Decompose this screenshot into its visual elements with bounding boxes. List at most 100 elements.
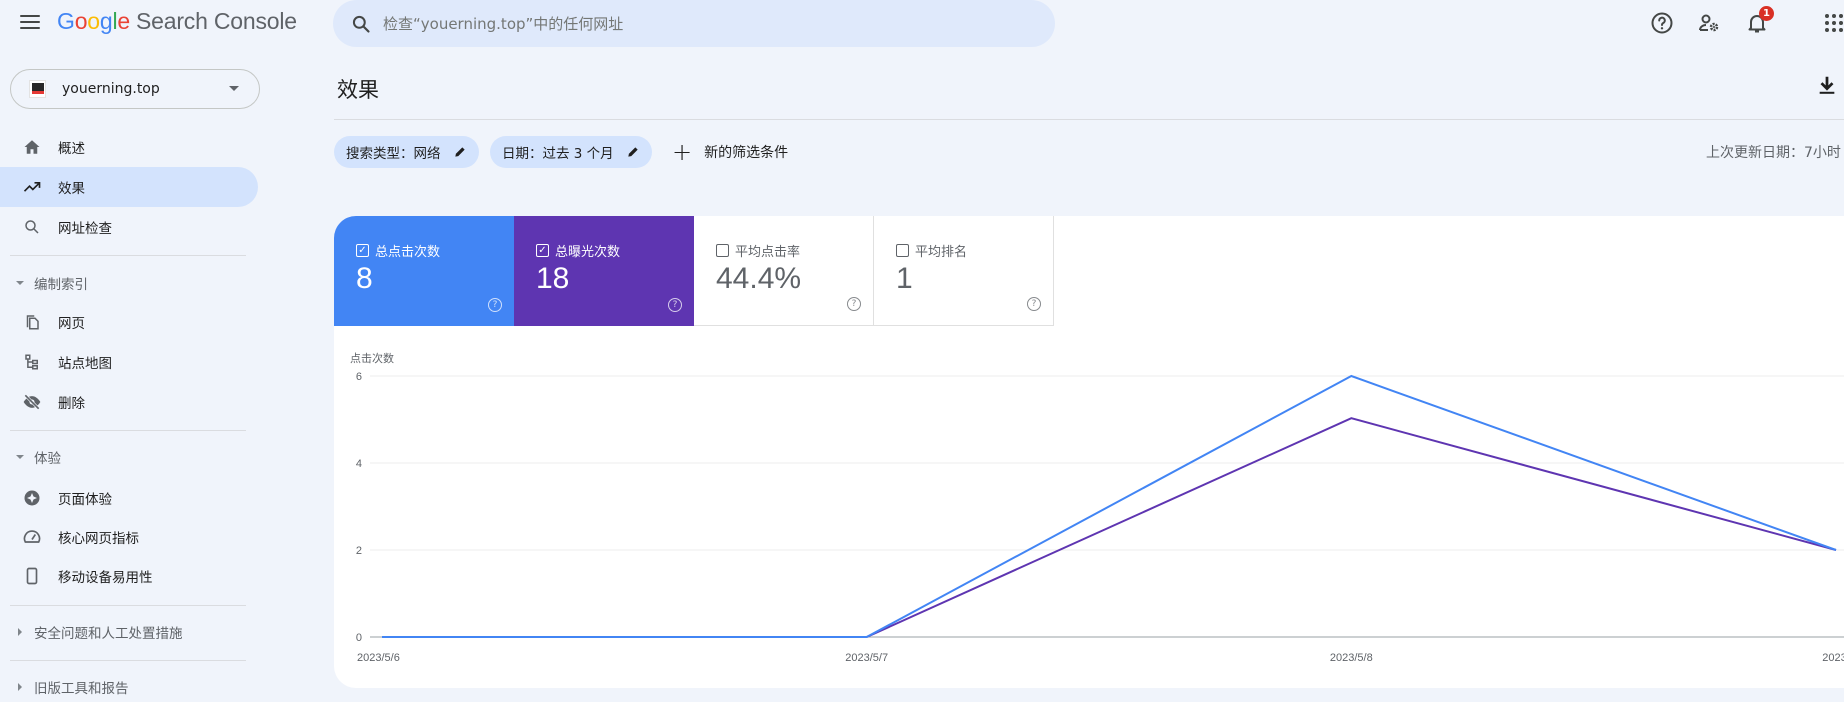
url-inspection-search[interactable] [333, 0, 1055, 47]
filter-chip-label: 搜索类型：网络 [346, 146, 441, 162]
sidebar-item-pages[interactable]: 网页 [0, 302, 258, 342]
sidebar-item-label: 删除 [58, 396, 85, 412]
filter-chip-date[interactable]: 日期：过去 3 个月 [490, 136, 652, 168]
sidebar-item-label: 网页 [58, 316, 85, 332]
sidebar-divider [10, 660, 246, 661]
add-icon: + [672, 138, 693, 166]
sidebar-item-performance[interactable]: 效果 [0, 167, 258, 207]
search-icon [352, 15, 370, 33]
app-logo[interactable]: Google Search Console [57, 8, 297, 35]
sidebar-section-label: 安全问题和人工处置措施 [34, 626, 183, 642]
logo-letter: e [117, 8, 130, 34]
add-filter-label: 新的筛选条件 [704, 145, 789, 161]
help-icon [1651, 12, 1673, 34]
pages-icon [22, 312, 42, 332]
sidebar-item-removals[interactable]: 删除 [0, 382, 258, 422]
download-icon [1819, 76, 1835, 94]
edit-icon [454, 147, 465, 157]
metric-card-total-impressions[interactable]: ✓ 总曝光次数 18 ? [514, 216, 694, 326]
sidebar-section-security[interactable]: 安全问题和人工处置措施 [0, 619, 245, 645]
sidebar-divider [10, 605, 246, 606]
sidebar-divider [10, 430, 246, 431]
help-icon[interactable]: ? [1027, 297, 1041, 311]
metric-label: 平均排名 [915, 245, 968, 260]
checkbox-checked-icon[interactable]: ✓ [536, 244, 549, 257]
sidebar-item-page-experience[interactable]: 页面体验 [0, 478, 258, 518]
sidebar-item-label: 页面体验 [58, 492, 112, 508]
metric-card-total-clicks[interactable]: ✓ 总点击次数 8 ? [334, 216, 514, 326]
sidebar-section-legacy-tools[interactable]: 旧版工具和报告 [0, 674, 245, 700]
checkbox-checked-icon[interactable]: ✓ [356, 244, 369, 257]
visibility-off-icon [22, 392, 42, 412]
apps-button[interactable] [1821, 10, 1844, 36]
metric-card-average-position[interactable]: 平均排名 1 ? [874, 216, 1054, 326]
metric-label: 总曝光次数 [555, 245, 621, 260]
search-input[interactable] [383, 14, 983, 33]
menu-icon-bar [20, 15, 40, 17]
expand-more-icon [18, 628, 22, 636]
sidebar-item-label: 核心网页指标 [58, 531, 139, 547]
sidebar-item-label: 站点地图 [58, 356, 112, 372]
filter-chip-label: 日期：过去 3 个月 [502, 146, 614, 162]
expand-less-icon [16, 281, 24, 285]
sidebar-item-core-web-vitals[interactable]: 核心网页指标 [0, 517, 258, 557]
sidebar-item-label: 效果 [58, 181, 85, 197]
metric-card-average-ctr[interactable]: 平均点击率 44.4% ? [694, 216, 874, 326]
sidebar-item-label: 移动设备易用性 [58, 570, 153, 586]
sidebar-item-url-inspection[interactable]: 网址检查 [0, 207, 258, 247]
sidebar-section-experience[interactable]: 体验 [0, 444, 245, 470]
home-icon [22, 137, 42, 157]
user-settings-icon [1699, 14, 1719, 32]
logo-letter: g [99, 8, 113, 34]
product-name: Search Console [136, 8, 297, 34]
metric-value: 8 [356, 262, 373, 295]
property-favicon [29, 80, 46, 98]
filter-chip-search-type[interactable]: 搜索类型：网络 [334, 136, 479, 168]
sitemap-icon [22, 352, 42, 372]
logo-letter: G [57, 8, 75, 34]
main-menu-button[interactable] [20, 12, 40, 32]
sidebar-section-indexing[interactable]: 编制索引 [0, 270, 245, 296]
last-updated-text: 上次更新日期：7小时 [1706, 145, 1841, 161]
user-settings-button[interactable] [1696, 10, 1722, 36]
property-name: youerning.top [62, 81, 160, 97]
export-button[interactable] [1816, 74, 1838, 96]
sidebar-item-sitemaps[interactable]: 站点地图 [0, 342, 258, 382]
sidebar-divider [10, 255, 246, 256]
property-selector[interactable]: youerning.top [10, 69, 260, 109]
sidebar-item-label: 网址检查 [58, 221, 112, 237]
logo-letter: o [74, 8, 88, 34]
page-experience-icon [22, 488, 42, 508]
expand-less-icon [16, 455, 24, 459]
page-title: 效果 [337, 78, 379, 102]
chevron-down-icon [229, 86, 239, 91]
sidebar-section-label: 旧版工具和报告 [34, 681, 129, 697]
metric-value: 44.4% [716, 262, 802, 295]
checkbox-unchecked-icon[interactable] [716, 244, 729, 257]
expand-more-icon [18, 683, 22, 691]
sidebar-item-overview[interactable]: 概述 [0, 127, 258, 167]
help-button[interactable] [1649, 10, 1675, 36]
smartphone-icon [22, 566, 42, 586]
menu-icon-bar [20, 27, 40, 29]
notification-badge: 1 [1759, 6, 1774, 21]
search-icon [22, 217, 42, 237]
sidebar-section-label: 编制索引 [34, 277, 88, 293]
metric-label: 总点击次数 [375, 245, 441, 260]
help-icon[interactable]: ? [488, 298, 502, 312]
header-divider [334, 119, 1844, 120]
metric-label: 平均点击率 [735, 245, 801, 260]
edit-icon [628, 147, 638, 157]
sidebar-section-label: 体验 [34, 451, 61, 467]
menu-icon-bar [20, 21, 40, 23]
help-icon[interactable]: ? [847, 297, 861, 311]
sidebar-item-mobile-usability[interactable]: 移动设备易用性 [0, 556, 258, 596]
checkbox-unchecked-icon[interactable] [896, 244, 909, 257]
add-filter-button[interactable]: + 新的筛选条件 [672, 136, 788, 168]
notifications-button[interactable]: 1 [1744, 6, 1774, 36]
sidebar-item-label: 概述 [58, 141, 85, 157]
speed-gauge-icon [22, 527, 42, 547]
trending-up-icon [22, 177, 42, 197]
help-icon[interactable]: ? [668, 298, 682, 312]
metric-value: 18 [536, 262, 570, 295]
